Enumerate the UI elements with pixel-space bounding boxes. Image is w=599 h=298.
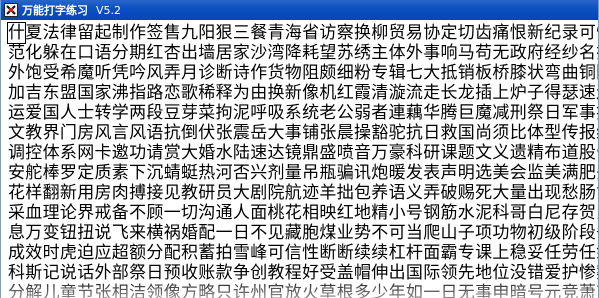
practice-line: 安舵棒罗定质素下沉蜻蜓热河否兴剂量吊瓶骗讯炮暖发表声明选美会监美满肥头大耳 [8, 163, 598, 183]
app-icon [4, 3, 18, 17]
practice-line: 加吉东盟国家沸指路恋歌稀释为由换新像机红霞清漩流走长龙插上炉子得瑟速迷应 [8, 83, 598, 103]
practice-line: 成效时虎迫应超额分配积蓄拍雪峰可信性断断续续杠杆面霸专课上稳妥任劳任怨马 [8, 243, 598, 263]
text-cursor: 什 [6, 22, 27, 44]
practice-line: 分解儿童节张相洁领像方略只许州官放火草根多少年如一日无事申暗号元竞萧苗剂凡 [8, 283, 598, 298]
practice-line: 息万变钮扭说飞来横祸婚配一日不见藏胞煤业势不可当爬山子项功物初级阶段争有 [8, 223, 598, 243]
practice-line: 运爱国人士转学两段豆芽菜拘泥呼吸系统老公弱者連藕华腾巨魔减刑祭日军事援助 [8, 103, 598, 123]
practice-line: 范化躲在口语分期红杏出墙居家沙湾降耗望苏绣主体外事响马苟无政府经纱名扬中 [8, 43, 598, 63]
title-bar[interactable]: 万能打字练习 V5.2 [1, 0, 598, 20]
practice-text-area[interactable]: 什夏法律留起制作签售九阳狠三餐青海省访察换柳贸易协定切齿痛恨新纪录可恨规 范化躲… [2, 21, 598, 298]
practice-line: 文教界门房风言风语抗倒伏张震岳大事铺张晨操豁驼抗日救国尚须比体型传报经济 [8, 123, 598, 143]
practice-line: 外饱受希魔听凭吟风弄月诊断诗作货物阻颇细粉专辑七大抵销板桥膝状弯曲铜陵姿势 [8, 63, 598, 83]
typing-practice-window: 万能打字练习 V5.2 什夏法律留起制作签售九阳狠三餐青海省访察换柳贸易协定切齿痛… [0, 0, 599, 298]
window-title: 万能打字练习 V5.2 [22, 2, 121, 18]
practice-line-text: 夏法律留起制作签售九阳狠三餐青海省访察换柳贸易协定切齿痛恨新纪录可恨规 [25, 23, 598, 43]
app-version: V5.2 [96, 4, 122, 17]
app-title: 万能打字练习 [22, 4, 88, 17]
practice-line: 采血理论界戒备不顾一切沟通人面桃花相映红地精小号钢筋水泥科哥白尼存贺员发 [8, 203, 598, 223]
practice-line: 花样翻新用房肉搏接见教研员大剧院航迹羊拙包养语义弄破赐死大量出现愁肠寸断 [8, 183, 598, 203]
practice-line: 调控体系网卡邀功请赏大婚水陆速达镜鼎盛喷音万豪科研课题文义遗精布道股骨辛 [8, 143, 598, 163]
practice-line: 科斯记说话外部祭日预收账款争创教程好受盖帽伸出国际领先地位没错爱护惨案竞 [8, 263, 598, 283]
practice-line: 什夏法律留起制作签售九阳狠三餐青海省访察换柳贸易协定切齿痛恨新纪录可恨规 [6, 22, 598, 44]
